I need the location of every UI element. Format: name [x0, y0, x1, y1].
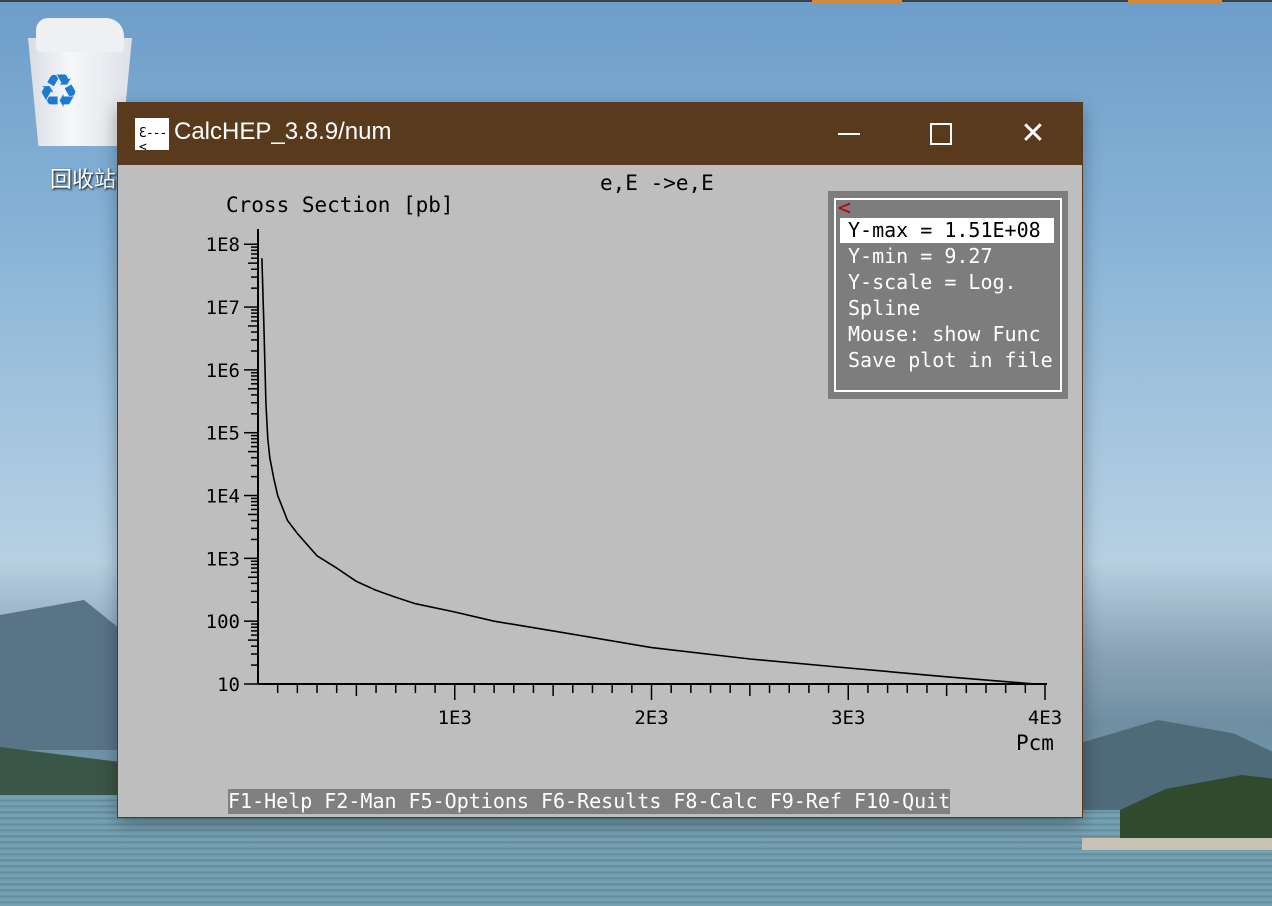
y-tick-label: 1E7	[206, 297, 240, 319]
process-label: e,E ->e,E	[600, 171, 714, 195]
fkey-ref[interactable]: F9-Ref	[770, 789, 842, 814]
x-tick-label: 1E3	[438, 707, 472, 729]
minimize-icon	[838, 133, 860, 135]
minimize-button[interactable]	[803, 103, 895, 165]
menu-back-icon[interactable]: <	[838, 198, 851, 220]
taskbar-accent	[1128, 0, 1222, 3]
taskbar-accent	[812, 0, 902, 3]
fkey-man[interactable]: F2-Man	[324, 789, 396, 814]
app-icon: Ɛ---<	[135, 118, 169, 155]
calchep-window: Ɛ---< CalcHEP_3.8.9/num ✕ 10 100 1E3 1E4 1E5…	[118, 103, 1082, 817]
title-bar[interactable]: Ɛ---< CalcHEP_3.8.9/num ✕	[118, 103, 1082, 165]
y-tick-label: 1E8	[206, 234, 240, 256]
desktop-icon-label: 回收站	[50, 168, 117, 193]
maximize-icon	[930, 123, 952, 145]
function-key-bar: F1-Help F2-Man F5-Options F6-Results F8-…	[228, 789, 951, 814]
menu-frame: < Y-max = 1.51E+08 Y-min = 9.27 Y-scale …	[834, 198, 1062, 392]
x-tick-label: 3E3	[831, 707, 865, 729]
recycle-bin-paper	[36, 18, 124, 52]
menu-item-y-scale[interactable]: Y-scale = Log.	[840, 270, 1054, 295]
x-tick-label: 4E3	[1028, 707, 1062, 729]
y-tick-label: 10	[217, 674, 240, 696]
menu-item-y-max[interactable]: Y-max = 1.51E+08	[840, 218, 1054, 243]
y-tick-label: 1E3	[206, 548, 240, 570]
menu-item-spline[interactable]: Spline	[840, 296, 1054, 321]
close-button[interactable]: ✕	[987, 103, 1079, 165]
x-axis-label: Pcm	[1016, 731, 1054, 755]
y-axis-label: Cross Section [pb]	[226, 193, 454, 217]
maximize-button[interactable]	[895, 103, 987, 165]
y-tick-label: 1E6	[206, 360, 240, 382]
close-icon: ✕	[1020, 116, 1046, 151]
x-tick-label: 2E3	[634, 707, 668, 729]
y-tick-label: 1E5	[206, 423, 240, 445]
menu-item-mouse-show-func[interactable]: Mouse: show Func	[840, 322, 1054, 347]
plot-options-menu: < Y-max = 1.51E+08 Y-min = 9.27 Y-scale …	[828, 191, 1068, 399]
y-tick-label: 100	[206, 611, 240, 633]
window-title: CalcHEP_3.8.9/num	[174, 118, 392, 145]
recycle-symbol-icon: ♻	[38, 64, 80, 118]
fkey-calc[interactable]: F8-Calc	[673, 789, 757, 814]
y-tick-label: 1E4	[206, 486, 240, 508]
menu-item-save-plot[interactable]: Save plot in file	[840, 348, 1054, 373]
fkey-help[interactable]: F1-Help	[228, 789, 312, 814]
fkey-results[interactable]: F6-Results	[541, 789, 661, 814]
background-beach	[1082, 838, 1272, 850]
fkey-quit[interactable]: F10-Quit	[854, 789, 950, 814]
fkey-options[interactable]: F5-Options	[409, 789, 529, 814]
taskbar-edge	[0, 0, 1272, 2]
plot-area[interactable]: 10 100 1E3 1E4 1E5 1E6 1E7 1E8 1E3 2E3 3E3 4E3 e,E …	[118, 165, 1082, 817]
menu-item-y-min[interactable]: Y-min = 9.27	[840, 244, 1054, 269]
